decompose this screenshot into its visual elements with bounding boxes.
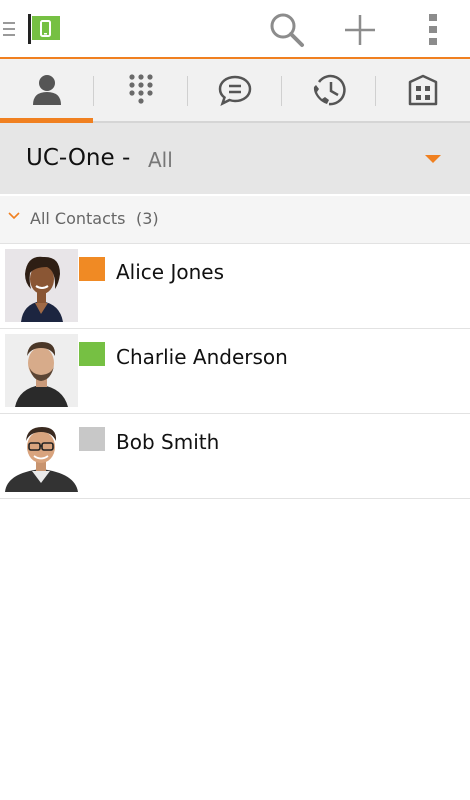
tab-directory[interactable]: [376, 59, 470, 121]
dropdown-arrow-icon[interactable]: [425, 155, 441, 163]
contacts-icon: [33, 75, 61, 105]
group-count: (3): [136, 209, 159, 228]
source-filter: All: [148, 148, 173, 172]
source-name: UC-One -: [26, 145, 131, 171]
app-logo-icon[interactable]: [28, 14, 62, 44]
contact-name: Bob Smith: [116, 430, 220, 454]
contact-source-selector[interactable]: UC-One - All: [0, 123, 470, 194]
contact-row[interactable]: Bob Smith: [0, 414, 470, 499]
action-bar: [0, 0, 470, 59]
tab-contacts[interactable]: [0, 59, 94, 121]
avatar: [5, 419, 78, 492]
chevron-down-icon: [8, 212, 20, 220]
dialpad-icon: [129, 74, 153, 104]
contact-row[interactable]: Charlie Anderson: [0, 329, 470, 414]
tab-call-history[interactable]: [282, 59, 376, 121]
contact-name: Charlie Anderson: [116, 345, 288, 369]
tab-chat[interactable]: [188, 59, 282, 121]
avatar: [5, 334, 78, 407]
group-label: All Contacts: [30, 209, 126, 228]
contact-row[interactable]: Alice Jones: [0, 244, 470, 329]
search-icon[interactable]: [265, 8, 309, 52]
presence-flag-icon: [79, 257, 105, 281]
hamburger-icon[interactable]: [3, 22, 15, 36]
tab-dialpad[interactable]: [94, 59, 188, 121]
avatar: [5, 249, 78, 322]
call-history-icon: [313, 74, 346, 106]
contact-name: Alice Jones: [116, 260, 224, 284]
contact-group-header[interactable]: All Contacts (3): [0, 196, 470, 244]
directory-icon: [408, 74, 438, 106]
plus-icon[interactable]: [338, 8, 382, 52]
tab-bar: [0, 59, 470, 123]
overflow-menu-icon[interactable]: [411, 8, 455, 52]
presence-flag-icon: [79, 427, 105, 451]
chat-icon: [218, 75, 252, 106]
presence-flag-icon: [79, 342, 105, 366]
